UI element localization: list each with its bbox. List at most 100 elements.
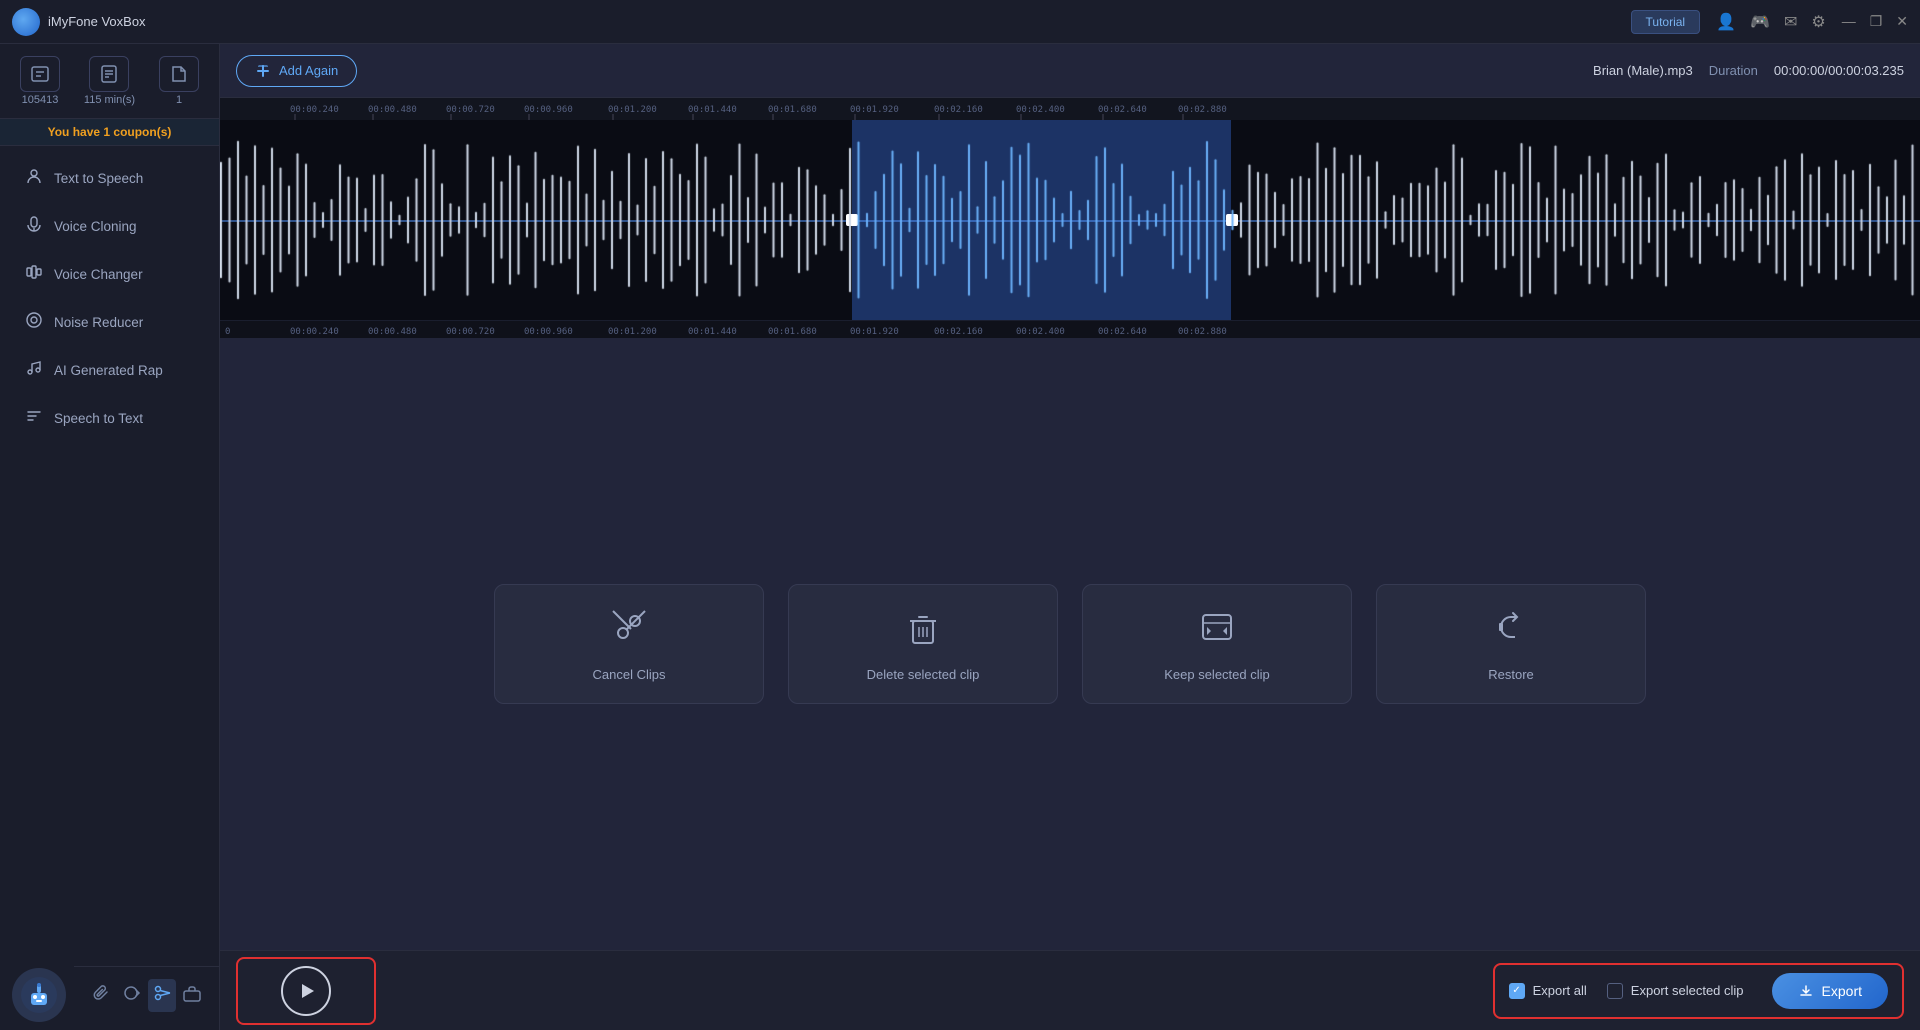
delete-clip-label: Delete selected clip (867, 667, 980, 682)
action-buttons: Cancel Clips Delete sele (494, 584, 1646, 704)
maximize-button[interactable]: ❐ (1870, 13, 1883, 30)
content-area: Add Again Brian (Male).mp3 Duration 00:0… (220, 44, 1920, 1030)
ruler-svg: 00:00.240 00:00.480 00:00.720 00:00.960 … (220, 98, 1920, 120)
characters-icon (20, 56, 60, 92)
export-selected-group: Export selected clip (1607, 983, 1744, 999)
minimize-button[interactable]: — (1842, 13, 1856, 30)
minutes-icon (89, 56, 129, 92)
briefcase-icon[interactable] (178, 979, 206, 1012)
ai-rap-label: AI Generated Rap (54, 363, 163, 378)
loop-icon[interactable] (117, 979, 145, 1012)
svg-text:00:00.720: 00:00.720 (446, 327, 495, 337)
sidebar-item-ai-rap[interactable]: AI Generated Rap (6, 347, 213, 394)
waveform-section: 00:00.240 00:00.480 00:00.720 00:00.960 … (220, 98, 1920, 338)
play-button[interactable] (281, 966, 331, 1016)
sidebar-item-noise-reducer[interactable]: Noise Reducer (6, 299, 213, 346)
bottom-ruler-svg: 0 00:00.240 00:00.480 00:00.720 00:00.96… (220, 321, 1920, 338)
svg-text:00:02.640: 00:02.640 (1098, 327, 1147, 337)
action-area: Cancel Clips Delete sele (220, 338, 1920, 950)
titlebar: iMyFone VoxBox Tutorial 👤 🎮 ✉ ⚙ — ❐ ✕ (0, 0, 1920, 44)
svg-text:00:02.400: 00:02.400 (1016, 327, 1065, 337)
stat-minutes: 115 min(s) (84, 56, 135, 106)
svg-text:00:02.400: 00:02.400 (1016, 105, 1065, 115)
app-logo (12, 8, 40, 36)
cancel-clips-card[interactable]: Cancel Clips (494, 584, 764, 704)
add-again-button[interactable]: Add Again (236, 55, 357, 87)
svg-text:00:00.240: 00:00.240 (290, 327, 339, 337)
bot-avatar (12, 968, 66, 1022)
sidebar-bottom-icons (74, 966, 219, 1024)
game-icon[interactable]: 🎮 (1750, 12, 1770, 32)
sidebar-bottom-row (0, 960, 219, 1030)
sidebar: 105413 115 min(s) (0, 44, 220, 1030)
settings-icon[interactable]: ⚙ (1811, 12, 1825, 32)
sidebar-nav: Text to Speech Voice Cloning (0, 146, 219, 960)
timeline-bottom-ruler: 0 00:00.240 00:00.480 00:00.720 00:00.96… (220, 320, 1920, 338)
play-button-wrapper (236, 957, 376, 1025)
voice-changer-label: Voice Changer (54, 267, 143, 282)
export-selected-checkbox[interactable] (1607, 983, 1623, 999)
svg-text:00:02.640: 00:02.640 (1098, 105, 1147, 115)
svg-text:00:00.240: 00:00.240 (290, 105, 339, 115)
sidebar-item-speech-to-text[interactable]: Speech to Text (6, 395, 213, 442)
main-layout: 105413 115 min(s) (0, 44, 1920, 1030)
window-controls: — ❐ ✕ (1842, 13, 1908, 30)
text-to-speech-label: Text to Speech (54, 171, 143, 186)
files-icon (159, 56, 199, 92)
svg-text:00:00.480: 00:00.480 (368, 327, 417, 337)
svg-text:00:02.880: 00:02.880 (1178, 327, 1227, 337)
coupon-bar: You have 1 coupon(s) (0, 119, 219, 146)
stat-minutes-value: 115 min(s) (84, 94, 135, 106)
scissors-icon[interactable] (148, 979, 176, 1012)
delete-clip-icon (903, 607, 943, 655)
bottom-controls: ✓ Export all Export selected clip Export (220, 950, 1920, 1030)
export-controls-wrapper: ✓ Export all Export selected clip Export (1493, 963, 1904, 1019)
speech-to-text-label: Speech to Text (54, 411, 143, 426)
sidebar-item-voice-cloning[interactable]: Voice Cloning (6, 203, 213, 250)
export-all-label: Export all (1533, 983, 1587, 998)
header-icons: 👤 🎮 ✉ ⚙ (1716, 12, 1826, 32)
svg-text:00:01.920: 00:01.920 (850, 327, 899, 337)
svg-text:00:01.680: 00:01.680 (768, 327, 817, 337)
svg-text:00:01.200: 00:01.200 (608, 105, 657, 115)
user-icon[interactable]: 👤 (1716, 12, 1736, 32)
sidebar-stats: 105413 115 min(s) (0, 44, 219, 119)
svg-text:00:02.160: 00:02.160 (934, 105, 983, 115)
export-all-checkbox[interactable]: ✓ (1509, 983, 1525, 999)
sidebar-item-voice-changer[interactable]: Voice Changer (6, 251, 213, 298)
svg-text:00:02.160: 00:02.160 (934, 327, 983, 337)
svg-text:00:01.440: 00:01.440 (688, 105, 737, 115)
tutorial-button[interactable]: Tutorial (1631, 10, 1701, 34)
svg-text:00:02.880: 00:02.880 (1178, 105, 1227, 115)
stat-files-value: 1 (176, 94, 182, 106)
speech-to-text-icon (24, 407, 44, 430)
keep-clip-label: Keep selected clip (1164, 667, 1270, 682)
keep-clip-icon (1197, 607, 1237, 655)
cancel-clips-icon (609, 607, 649, 655)
duration-label: Duration (1709, 63, 1758, 78)
svg-text:00:00.480: 00:00.480 (368, 105, 417, 115)
voice-changer-icon (24, 263, 44, 286)
waveform-display[interactable] (220, 120, 1920, 320)
attach-icon[interactable] (87, 979, 115, 1012)
svg-text:00:01.440: 00:01.440 (688, 327, 737, 337)
svg-text:00:01.680: 00:01.680 (768, 105, 817, 115)
ai-rap-icon (24, 359, 44, 382)
restore-icon (1491, 607, 1531, 655)
add-again-label: Add Again (279, 63, 338, 78)
stat-characters-value: 105413 (22, 94, 59, 106)
sidebar-item-text-to-speech[interactable]: Text to Speech (6, 155, 213, 202)
close-button[interactable]: ✕ (1896, 13, 1908, 30)
noise-reducer-label: Noise Reducer (54, 315, 143, 330)
delete-clip-card[interactable]: Delete selected clip (788, 584, 1058, 704)
stat-files: 1 (159, 56, 199, 106)
restore-card[interactable]: Restore (1376, 584, 1646, 704)
voice-cloning-icon (24, 215, 44, 238)
mail-icon[interactable]: ✉ (1784, 12, 1797, 32)
svg-text:00:00.960: 00:00.960 (524, 105, 573, 115)
export-btn-label: Export (1822, 983, 1862, 999)
timeline-top-ruler: 00:00.240 00:00.480 00:00.720 00:00.960 … (220, 98, 1920, 120)
export-button[interactable]: Export (1772, 973, 1888, 1009)
restore-label: Restore (1488, 667, 1534, 682)
keep-clip-card[interactable]: Keep selected clip (1082, 584, 1352, 704)
